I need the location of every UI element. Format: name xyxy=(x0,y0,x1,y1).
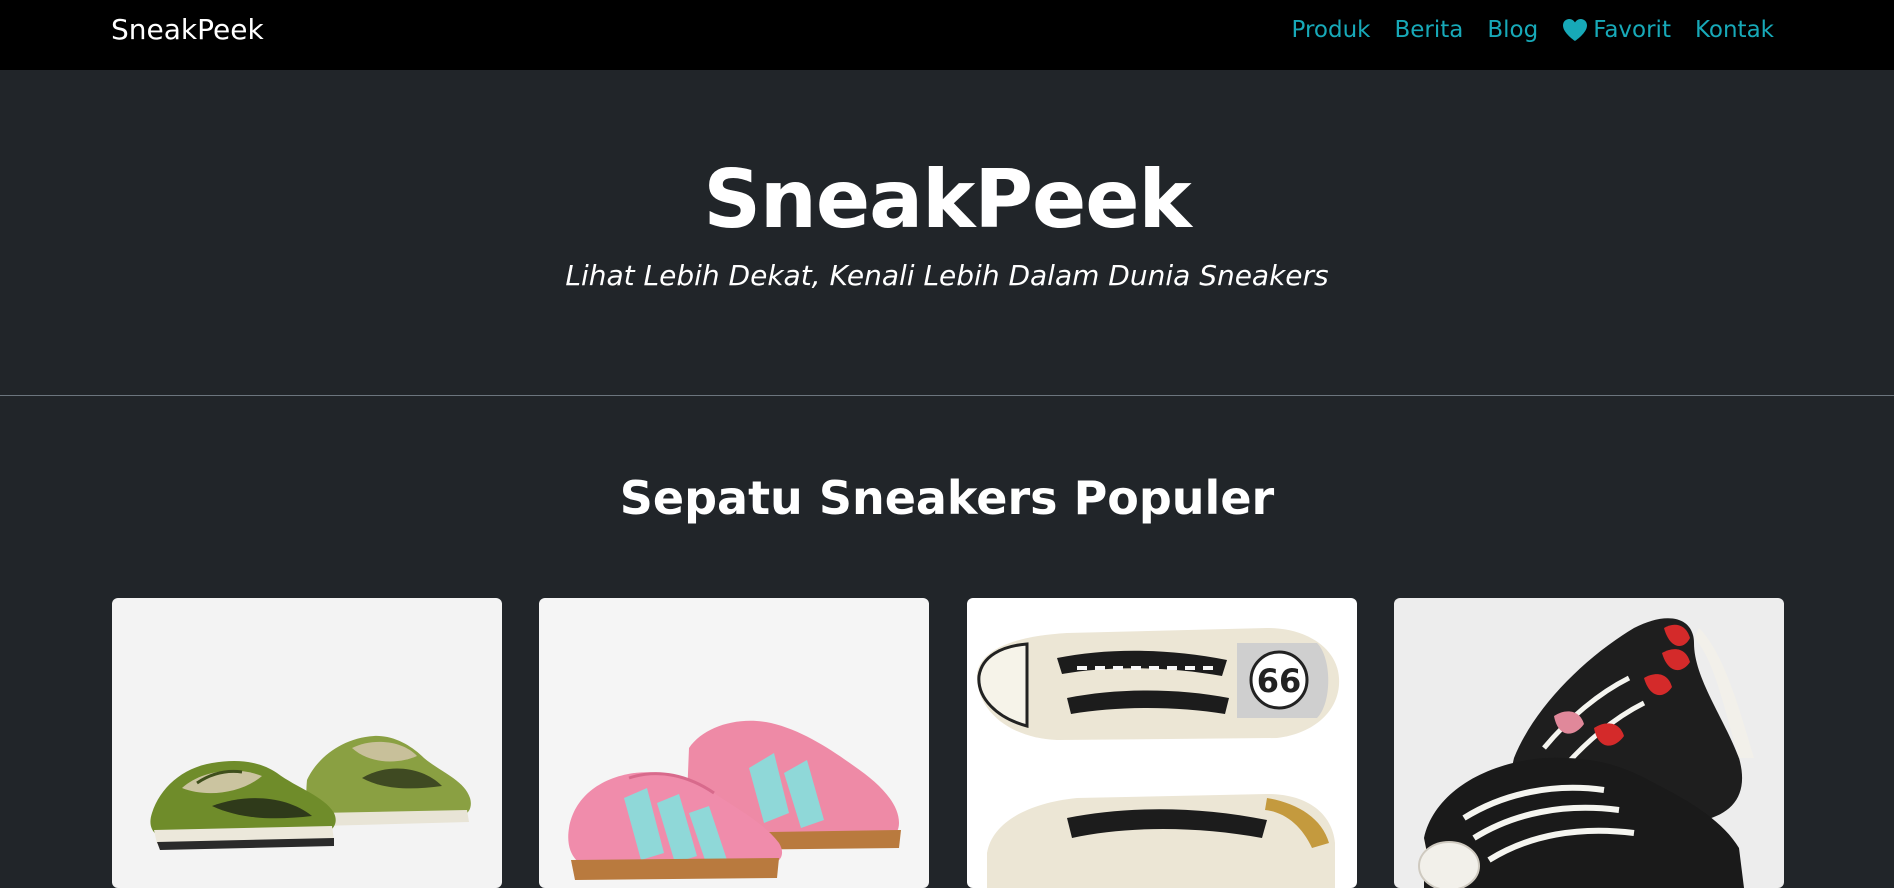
cdg-converse-sneaker-image xyxy=(1418,618,1754,888)
nav-links: Produk Berita Blog Favorit Kontak xyxy=(1291,12,1774,48)
hero-divider xyxy=(0,395,1894,396)
nav-link-berita[interactable]: Berita xyxy=(1394,12,1463,48)
heart-icon xyxy=(1563,19,1588,41)
nav-link-blog[interactable]: Blog xyxy=(1487,12,1538,48)
nav-link-favorit-label: Favorit xyxy=(1593,17,1671,43)
hero-title: SneakPeek xyxy=(703,153,1191,246)
nav-link-produk[interactable]: Produk xyxy=(1291,12,1370,48)
product-card-4[interactable] xyxy=(1394,598,1784,888)
green-dunk-sneaker-image xyxy=(150,735,471,850)
product-card-1[interactable] xyxy=(112,598,502,888)
hero-subtitle: Lihat Lebih Dekat, Kenali Lebih Dalam Du… xyxy=(565,259,1329,292)
product-card-3[interactable]: 66 xyxy=(967,598,1357,888)
navbar: SneakPeek Produk Berita Blog Favorit Kon… xyxy=(0,0,1894,70)
onitsuka-tiger-sneaker-image: 66 xyxy=(976,628,1340,888)
svg-text:66: 66 xyxy=(1257,662,1302,700)
hero: SneakPeek Lihat Lebih Dekat, Kenali Lebi… xyxy=(0,70,1894,396)
brand-logo[interactable]: SneakPeek xyxy=(111,12,264,48)
product-card-2[interactable] xyxy=(539,598,929,888)
pink-adidas-sneaker-image xyxy=(568,720,901,880)
nav-link-favorit[interactable]: Favorit xyxy=(1562,12,1671,48)
section-title: Sepatu Sneakers Populer xyxy=(619,471,1275,525)
nav-link-kontak[interactable]: Kontak xyxy=(1695,12,1774,48)
